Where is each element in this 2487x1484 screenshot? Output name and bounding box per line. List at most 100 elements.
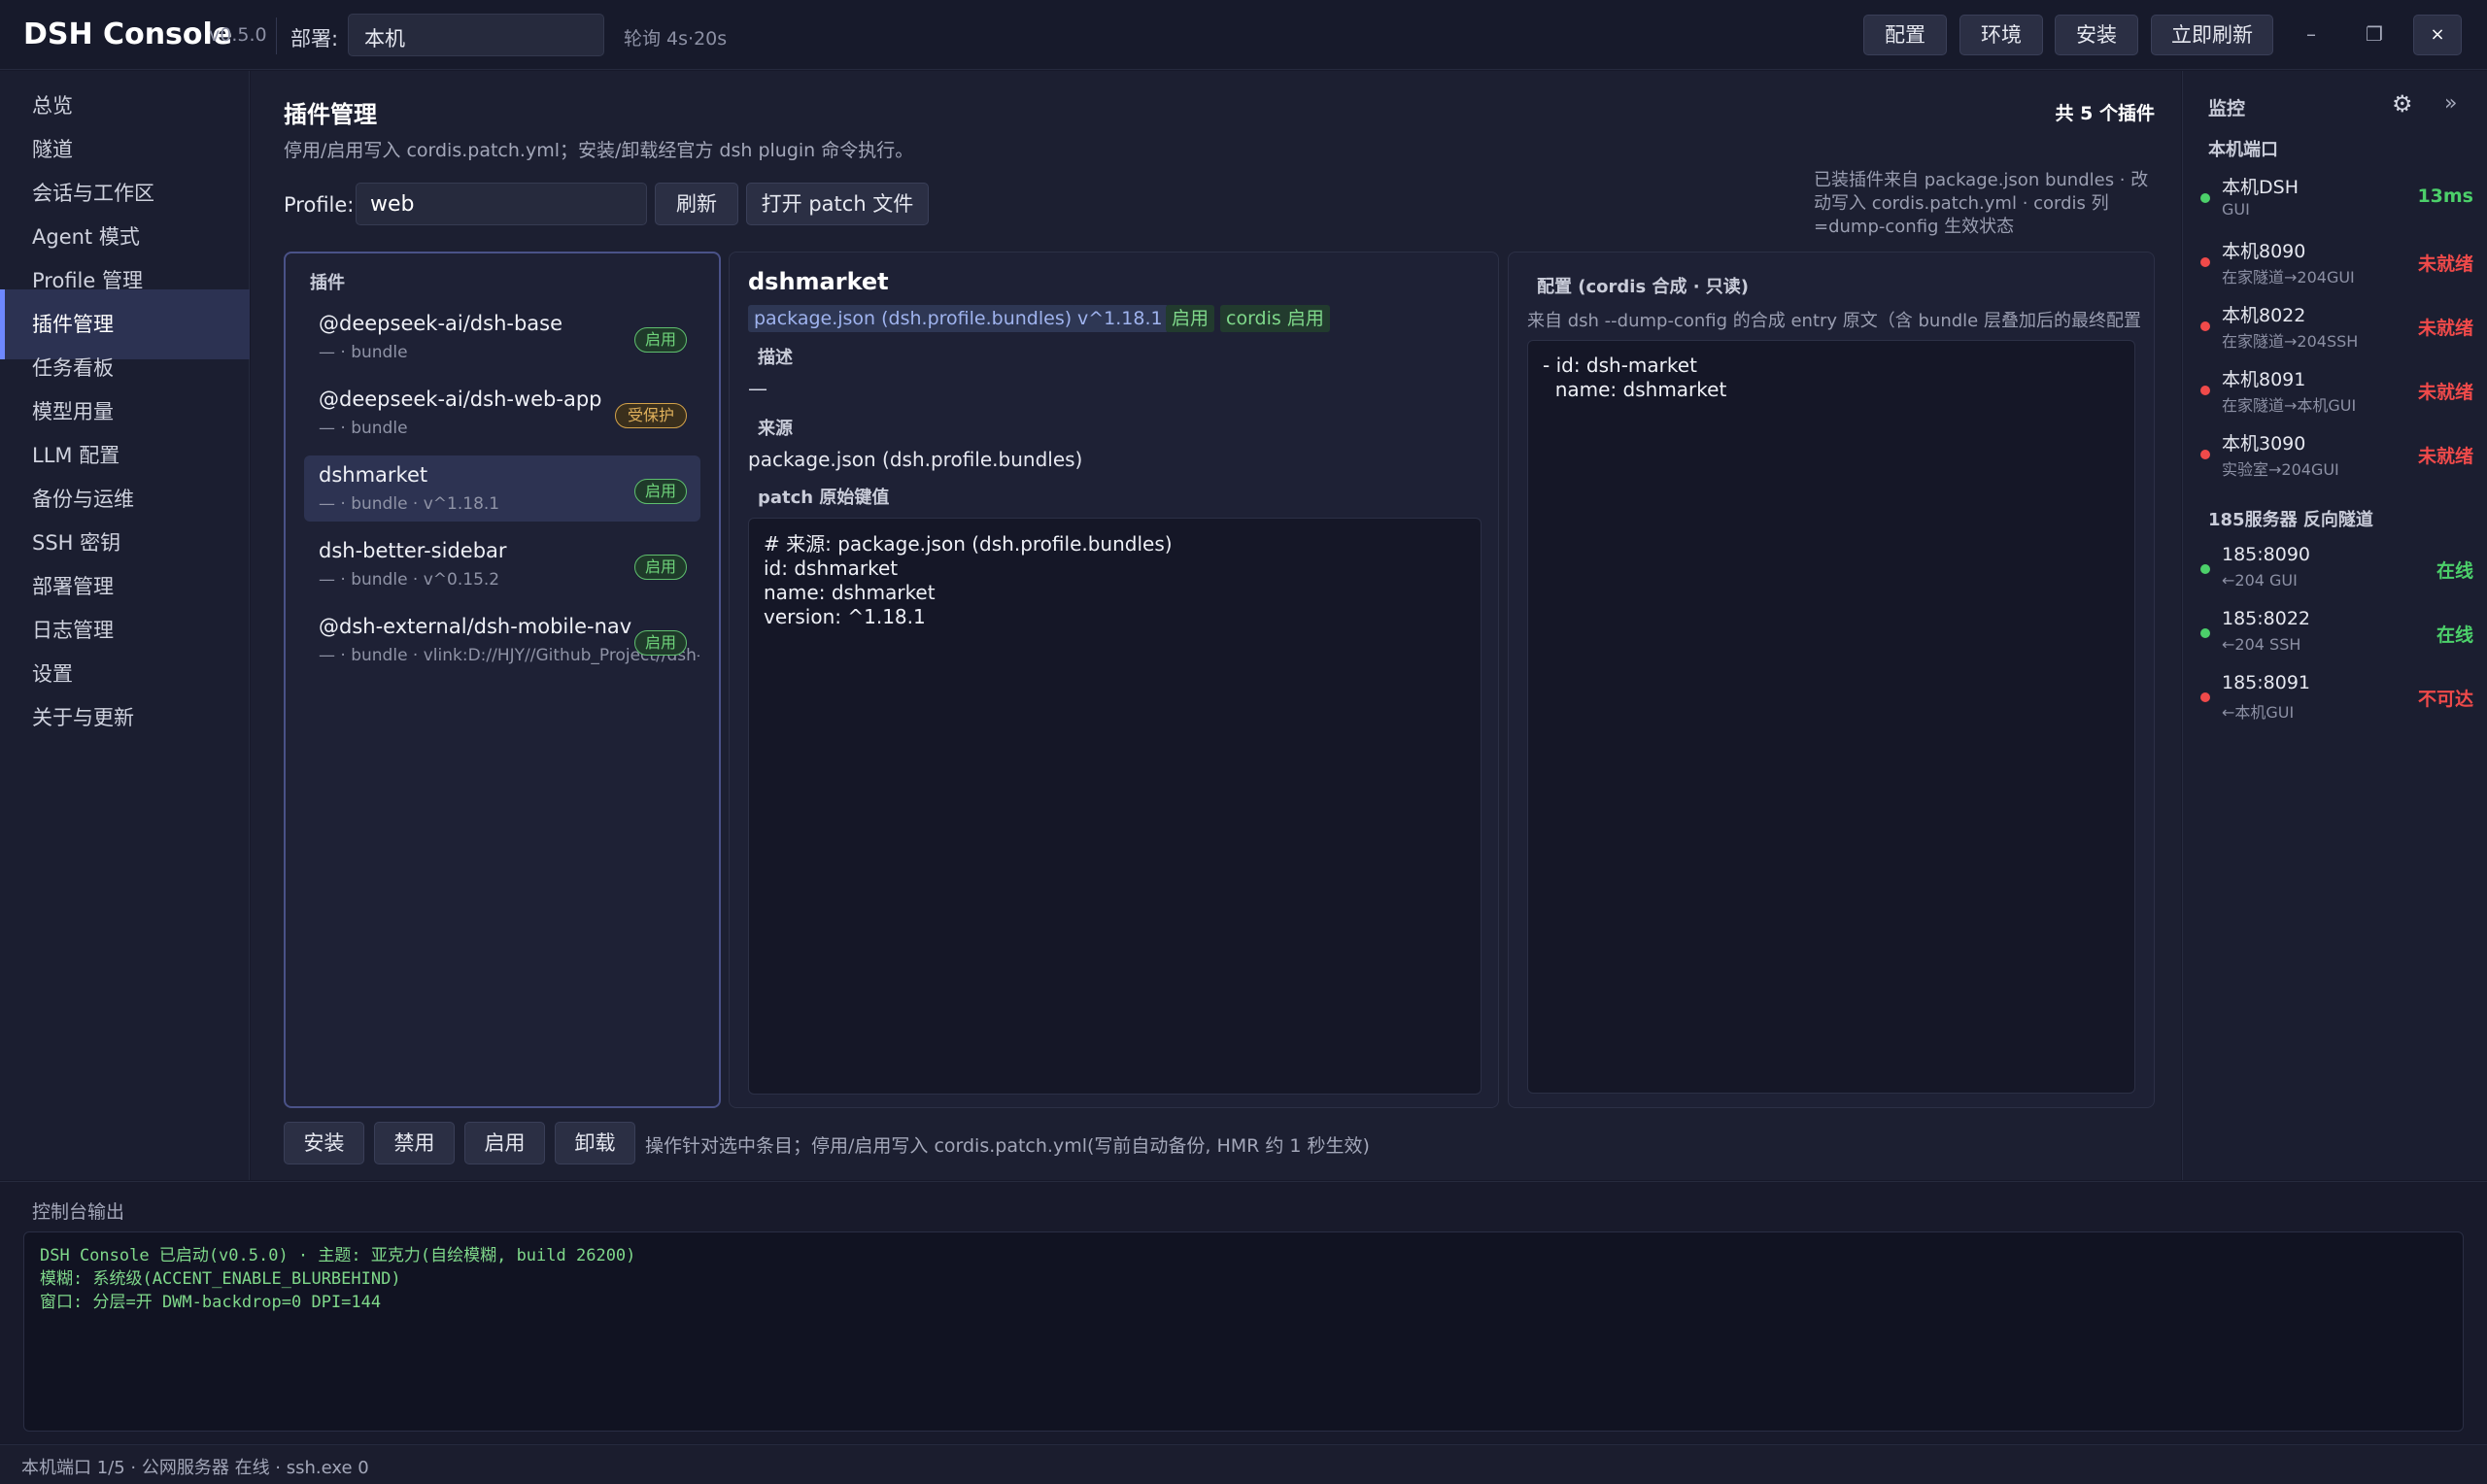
plugin-item[interactable]: dsh-better-sidebar — · bundle · v^0.15.2… [304, 531, 700, 597]
monitor-item-sub: 在家隧道→204GUI [2222, 268, 2355, 287]
plugin-name: @deepseek-ai/dsh-web-app [319, 388, 602, 411]
profile-label: Profile: [284, 193, 355, 217]
plugin-disable-button[interactable]: 禁用 [374, 1122, 455, 1164]
monitor-item-name: 本机8091 [2222, 369, 2306, 390]
description-label: 描述 [758, 348, 793, 368]
monitor-item: 本机3090 实验室→204GUI 未就绪 [2197, 429, 2473, 489]
code-line: name: dshmarket [1543, 378, 1727, 401]
monitor-item-status: 未就绪 [2417, 253, 2473, 275]
sidebar-item-about[interactable]: 关于与更新 [0, 683, 250, 753]
source-value: package.json (dsh.profile.bundles) [748, 448, 1083, 471]
monitor-item-sub: 实验室→204GUI [2222, 460, 2339, 479]
sidebar: 总览 隧道 会话与工作区 Agent 模式 Profile 管理 插件管理 任务… [0, 71, 250, 1180]
status-badge: 启用 [634, 555, 687, 580]
monitor-item-name: 本机8090 [2222, 241, 2306, 262]
monitor-item-name: 185:8091 [2222, 672, 2311, 693]
status-badge: 启用 [634, 327, 687, 353]
plugin-count: 共 5 个插件 [2055, 103, 2155, 124]
monitor-item-name: 185:8090 [2222, 544, 2311, 565]
monitor-item-status: 在线 [2436, 560, 2473, 582]
config-code-box[interactable]: - id: dsh-market name: dshmarket [1527, 340, 2135, 1094]
env-button[interactable]: 环境 [1959, 15, 2043, 55]
profile-input[interactable]: web [356, 183, 647, 225]
status-badge: 启用 [634, 630, 687, 656]
code-line: # 来源: package.json (dsh.profile.bundles) [764, 532, 1173, 556]
protected-badge: 受保护 [615, 403, 687, 428]
status-dot [2200, 257, 2210, 267]
monitor-item-name: 185:8022 [2222, 608, 2311, 629]
source-label: 来源 [758, 419, 793, 439]
status-dot [2200, 193, 2210, 203]
monitor-item: 本机DSH GUI 13ms [2197, 173, 2473, 233]
refresh-now-button[interactable]: 立即刷新 [2151, 15, 2273, 55]
monitor-item-status: 未就绪 [2417, 446, 2473, 467]
maximize-icon[interactable]: ❐ [2350, 15, 2399, 55]
monitor-item-name: 本机3090 [2222, 433, 2306, 455]
console-line: 模糊: 系统级(ACCENT_ENABLE_BLURBEHIND) [40, 1269, 401, 1289]
code-line: name: dshmarket [764, 581, 936, 604]
console-line: DSH Console 已启动(v0.5.0) · 主题: 亚克力(自绘模糊, … [40, 1246, 636, 1265]
monitor-item-sub: GUI [2222, 200, 2250, 219]
status-text: 本机端口 1/5 · 公网服务器 在线 · ssh.exe 0 [21, 1458, 369, 1478]
page-title: 插件管理 [284, 101, 377, 128]
refresh-button[interactable]: 刷新 [655, 183, 738, 225]
open-patch-button[interactable]: 打开 patch 文件 [746, 183, 929, 225]
install-button[interactable]: 安装 [2055, 15, 2138, 55]
status-dot [2200, 450, 2210, 459]
plugin-uninstall-button[interactable]: 卸载 [555, 1122, 635, 1164]
monitor-item: 185:8022 ←204 SSH 在线 [2197, 608, 2473, 668]
minimize-icon[interactable]: – [2287, 15, 2335, 55]
monitor-item-sub: 在家隧道→204SSH [2222, 332, 2359, 351]
console-output[interactable]: DSH Console 已启动(v0.5.0) · 主题: 亚克力(自绘模糊, … [23, 1231, 2464, 1432]
version-tag: v^1.18.1 [1072, 305, 1169, 332]
local-ports-section: 本机端口 [2208, 140, 2278, 160]
cordis-tag: cordis 启用 [1220, 305, 1330, 332]
description-value: — [748, 377, 767, 400]
close-icon[interactable]: × [2413, 15, 2462, 55]
deploy-select[interactable]: 本机 [348, 14, 604, 56]
status-bar [0, 1444, 2487, 1484]
status-dot [2200, 564, 2210, 574]
patch-label: patch 原始键值 [758, 488, 890, 508]
plugin-install-button[interactable]: 安装 [284, 1122, 364, 1164]
plugin-enable-button[interactable]: 启用 [464, 1122, 545, 1164]
monitor-item-name: 本机8022 [2222, 305, 2306, 326]
monitor-item-sub: ←本机GUI [2222, 703, 2295, 722]
titlebar-divider [276, 17, 277, 54]
patch-code-box[interactable]: # 来源: package.json (dsh.profile.bundles)… [748, 518, 1482, 1095]
console-title: 控制台输出 [32, 1201, 125, 1223]
poll-interval-text: 轮询 4s·20s [624, 28, 728, 50]
monitor-item-status: 在线 [2436, 624, 2473, 646]
status-dot [2200, 692, 2210, 702]
gear-icon[interactable]: ⚙ [2392, 90, 2413, 118]
plugin-item-selected[interactable]: dshmarket — · bundle · v^1.18.1 启用 [304, 455, 700, 522]
monitor-item: 本机8090 在家隧道→204GUI 未就绪 [2197, 237, 2473, 297]
plugin-list-title: 插件 [310, 273, 345, 293]
plugin-name: dshmarket [319, 463, 428, 487]
plugin-item[interactable]: @dsh-external/dsh-mobile-nav — · bundle … [304, 607, 700, 673]
remote-tunnels-section: 185服务器 反向隧道 [2208, 510, 2373, 530]
config-description: 来自 dsh --dump-config 的合成 entry 原文（含 bund… [1527, 311, 2141, 331]
code-line: version: ^1.18.1 [764, 605, 926, 628]
detail-title: dshmarket [748, 268, 889, 295]
plugin-name: @deepseek-ai/dsh-base [319, 312, 563, 335]
action-hint: 操作针对选中条目；停用/启用写入 cordis.patch.yml(写前自动备份… [645, 1135, 1370, 1157]
monitor-item: 本机8022 在家隧道→204SSH 未就绪 [2197, 301, 2473, 361]
monitor-item-sub: ←204 GUI [2222, 571, 2298, 590]
plugin-item[interactable]: @deepseek-ai/dsh-base — · bundle 启用 [304, 304, 700, 370]
console-line: 窗口: 分层=开 DWM-backdrop=0 DPI=144 [40, 1293, 382, 1312]
info-note: 已装插件来自 package.json bundles · 改动写入 cordi… [1814, 170, 2149, 237]
plugin-name: @dsh-external/dsh-mobile-nav [319, 615, 632, 638]
status-dot [2200, 321, 2210, 331]
code-line: id: dshmarket [764, 556, 899, 580]
config-button[interactable]: 配置 [1863, 15, 1947, 55]
plugin-item[interactable]: @deepseek-ai/dsh-web-app — · bundle 受保护 [304, 380, 700, 446]
monitor-item-status: 不可达 [2417, 689, 2473, 710]
status-dot [2200, 386, 2210, 395]
enabled-tag: 启用 [1166, 305, 1215, 332]
page-subtitle: 停用/启用写入 cordis.patch.yml；安装/卸载经官方 dsh pl… [284, 140, 914, 161]
plugin-name: dsh-better-sidebar [319, 539, 507, 562]
app-version: v0.5.0 [209, 24, 267, 46]
source-tag: package.json (dsh.profile.bundles) [748, 305, 1078, 332]
collapse-icon[interactable]: » [2444, 91, 2457, 116]
